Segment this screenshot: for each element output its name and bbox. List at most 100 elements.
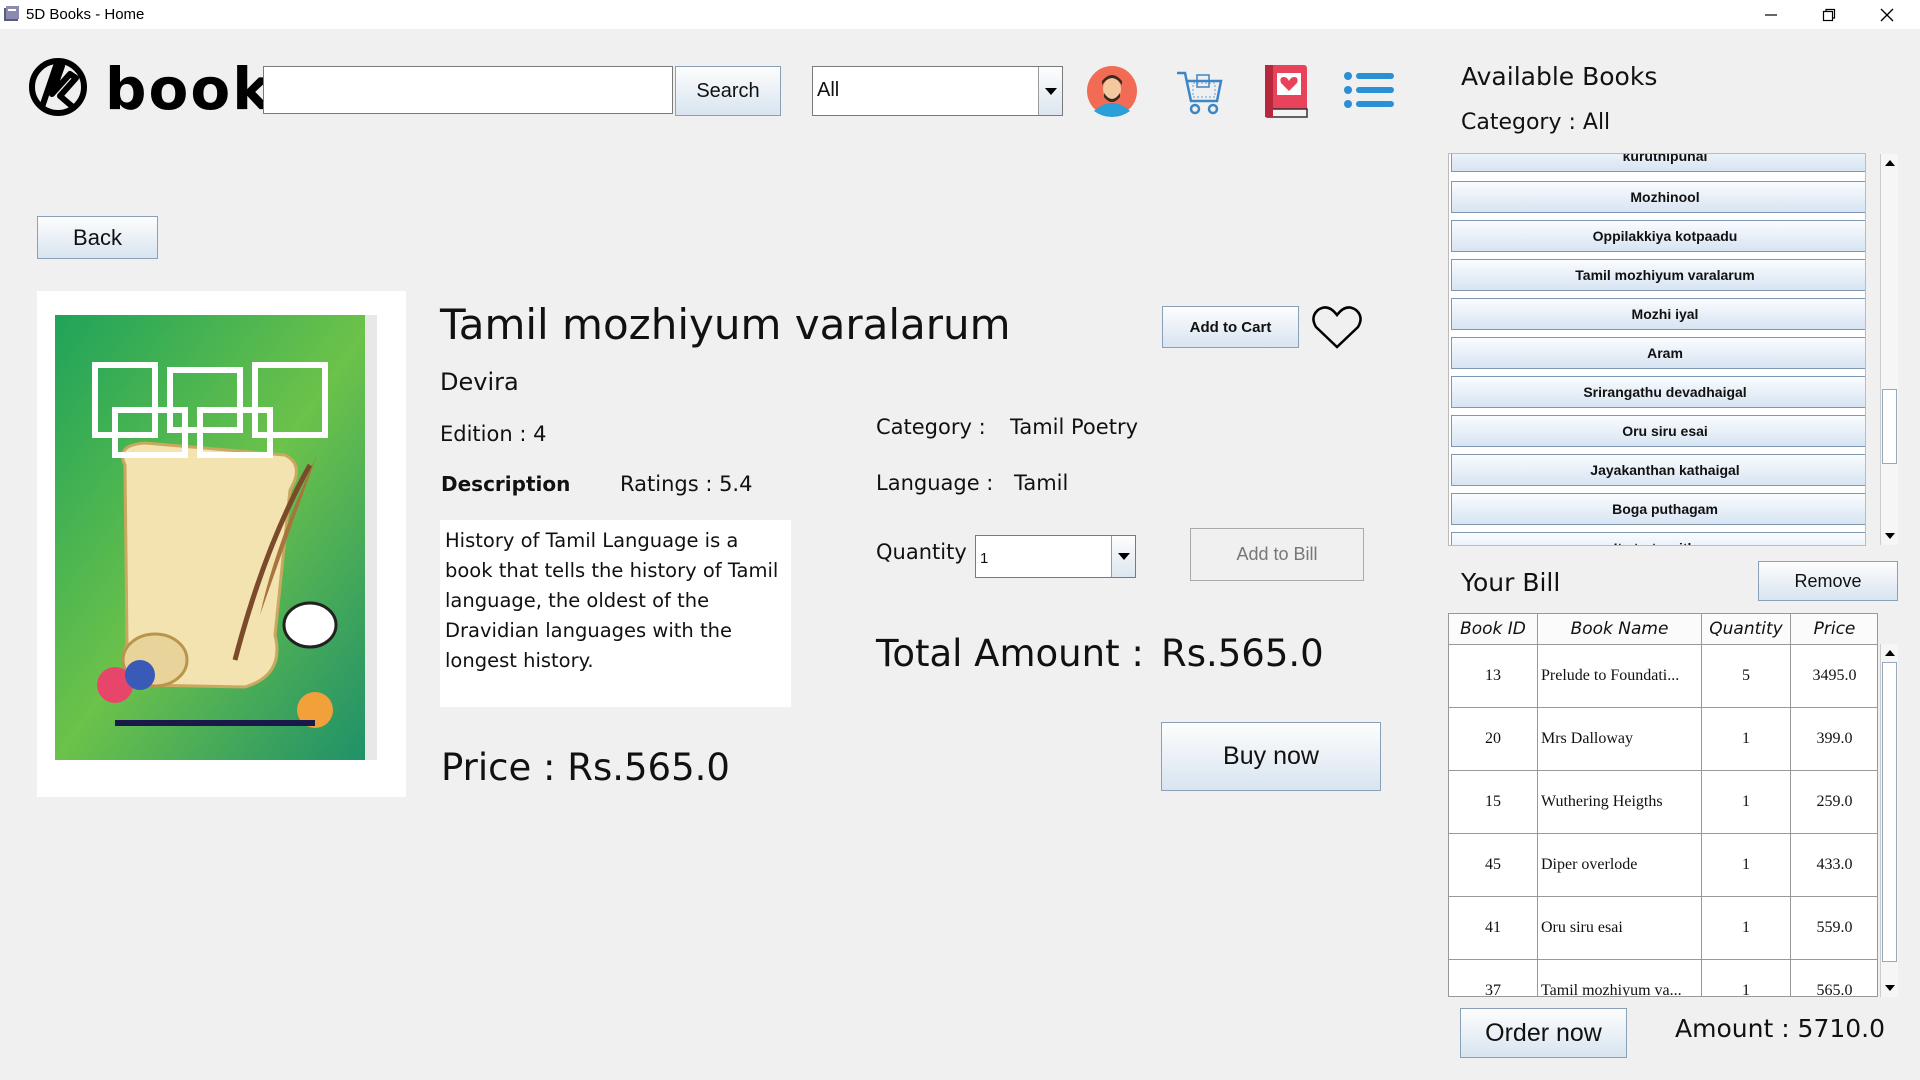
bill-book-id: 13: [1449, 645, 1538, 707]
add-to-cart-button[interactable]: Add to Cart: [1162, 306, 1299, 348]
scroll-down-icon[interactable]: [1881, 979, 1898, 996]
restore-icon: [1822, 8, 1836, 21]
bill-table[interactable]: Book ID Book Name Quantity Price 13 Prel…: [1448, 613, 1878, 997]
close-icon: [1880, 8, 1894, 21]
category-value: Tamil Poetry: [1010, 415, 1138, 439]
book-list-item[interactable]: It starts with us: [1451, 532, 1865, 545]
restore-button[interactable]: [1800, 0, 1858, 29]
title-bar: [0, 0, 1920, 29]
language-value: Tamil: [1014, 471, 1069, 495]
search-input[interactable]: [263, 66, 673, 114]
table-row[interactable]: 41 Oru siru esai 1 559.0: [1449, 897, 1877, 960]
category-label: Category :: [876, 415, 986, 439]
close-button[interactable]: [1858, 0, 1916, 29]
remove-button[interactable]: Remove: [1758, 561, 1898, 601]
bill-book-name: Mrs Dalloway: [1538, 708, 1702, 770]
bill-book-name: Prelude to Foundati...: [1538, 645, 1702, 707]
bill-price: 565.0: [1791, 960, 1877, 996]
total-amount-label: Total Amount :: [876, 632, 1144, 675]
category-select-value: All: [817, 79, 840, 101]
book-list-item[interactable]: Boga puthagam: [1451, 493, 1865, 525]
bill-price: 399.0: [1791, 708, 1877, 770]
bill-quantity: 1: [1702, 960, 1791, 996]
window-title: 5D Books - Home: [26, 6, 145, 23]
bill-book-id: 41: [1449, 897, 1538, 959]
bill-book-id: 15: [1449, 771, 1538, 833]
order-now-button[interactable]: Order now: [1460, 1008, 1627, 1058]
book-list-item[interactable]: kuruthipunal: [1451, 154, 1865, 172]
column-header[interactable]: Price: [1791, 614, 1877, 645]
heart-icon[interactable]: [1310, 303, 1364, 351]
book-list-item[interactable]: Srirangathu devadhaigal: [1451, 376, 1865, 408]
scroll-down-icon[interactable]: [1881, 527, 1898, 544]
bill-quantity: 1: [1702, 708, 1791, 770]
app-icon: [4, 6, 19, 21]
scrollbar-thumb[interactable]: [1882, 389, 1897, 464]
column-header[interactable]: Quantity: [1702, 614, 1791, 645]
wishlist-book-icon[interactable]: [1263, 63, 1309, 119]
quantity-select-value: 1: [980, 550, 989, 567]
bill-book-id: 20: [1449, 708, 1538, 770]
ratings-label: Ratings : 5.4: [620, 472, 753, 496]
category-filter-label: Category : All: [1461, 110, 1611, 135]
back-button[interactable]: Back: [37, 216, 158, 259]
edition-label: Edition : 4: [440, 422, 547, 446]
bill-quantity: 1: [1702, 834, 1791, 896]
language-label: Language :: [876, 471, 994, 495]
description-text: History of Tamil Language is a book that…: [440, 520, 791, 707]
bill-book-name: Tamil mozhiyum va...: [1538, 960, 1702, 996]
available-books-list[interactable]: kuruthipunal Mozhinool Oppilakkiya kotpa…: [1448, 153, 1866, 546]
search-button[interactable]: Search: [675, 66, 781, 116]
scroll-up-icon[interactable]: [1881, 154, 1898, 171]
category-select[interactable]: All: [812, 66, 1063, 116]
description-heading: Description: [441, 472, 571, 496]
scroll-up-icon[interactable]: [1881, 644, 1898, 661]
book-list-item[interactable]: Mozhi iyal: [1451, 298, 1865, 330]
table-row[interactable]: 15 Wuthering Heigths 1 259.0: [1449, 771, 1877, 834]
bill-quantity: 5: [1702, 645, 1791, 707]
quantity-select[interactable]: 1: [975, 535, 1136, 578]
column-header[interactable]: Book Name: [1538, 614, 1702, 645]
book-list-item[interactable]: Oru siru esai: [1451, 415, 1865, 447]
chevron-down-icon[interactable]: [1111, 536, 1135, 577]
book-title: Tamil mozhiyum varalarum: [440, 300, 1011, 349]
bill-quantity: 1: [1702, 771, 1791, 833]
menu-icon[interactable]: [1343, 70, 1395, 110]
bill-book-name: Oru siru esai: [1538, 897, 1702, 959]
book-list-item[interactable]: Oppilakkiya kotpaadu: [1451, 220, 1865, 252]
book-list-item[interactable]: Jayakanthan kathaigal: [1451, 454, 1865, 486]
add-to-bill-button[interactable]: Add to Bill: [1190, 528, 1364, 581]
bill-quantity: 1: [1702, 897, 1791, 959]
books-list-scrollbar[interactable]: [1880, 154, 1898, 545]
cart-icon[interactable]: [1173, 65, 1225, 117]
book-list-item[interactable]: Mozhinool: [1451, 181, 1865, 213]
quantity-label: Quantity: [876, 540, 967, 564]
buy-now-button[interactable]: Buy now: [1161, 722, 1381, 791]
bill-book-id: 45: [1449, 834, 1538, 896]
book-cover-image: [55, 315, 377, 760]
bill-book-name: Wuthering Heigths: [1538, 771, 1702, 833]
book-list-item[interactable]: Tamil mozhiyum varalarum: [1451, 259, 1865, 291]
column-header[interactable]: Book ID: [1449, 614, 1538, 645]
book-list-item[interactable]: Aram: [1451, 337, 1865, 369]
price-label: Price : Rs.565.0: [441, 746, 730, 789]
chevron-down-icon[interactable]: [1038, 67, 1062, 115]
table-row[interactable]: 45 Diper overlode 1 433.0: [1449, 834, 1877, 897]
bill-table-scrollbar[interactable]: [1880, 644, 1898, 997]
scrollbar-thumb[interactable]: [1882, 662, 1897, 962]
table-row[interactable]: 20 Mrs Dalloway 1 399.0: [1449, 708, 1877, 771]
bill-book-id: 37: [1449, 960, 1538, 996]
avatar-icon[interactable]: [1086, 65, 1138, 117]
bill-price: 433.0: [1791, 834, 1877, 896]
bill-amount-label: Amount : 5710.0: [1675, 1014, 1886, 1043]
bill-price: 3495.0: [1791, 645, 1877, 707]
total-amount-value: Rs.565.0: [1161, 632, 1324, 675]
table-row[interactable]: 37 Tamil mozhiyum va... 1 565.0: [1449, 960, 1877, 996]
minimize-icon: [1765, 13, 1777, 16]
logo-text: book: [105, 55, 273, 123]
bill-price: 559.0: [1791, 897, 1877, 959]
minimize-button[interactable]: [1742, 0, 1800, 29]
table-row[interactable]: 13 Prelude to Foundati... 5 3495.0: [1449, 645, 1877, 708]
book-author: Devira: [440, 368, 519, 396]
available-books-title: Available Books: [1461, 62, 1658, 91]
